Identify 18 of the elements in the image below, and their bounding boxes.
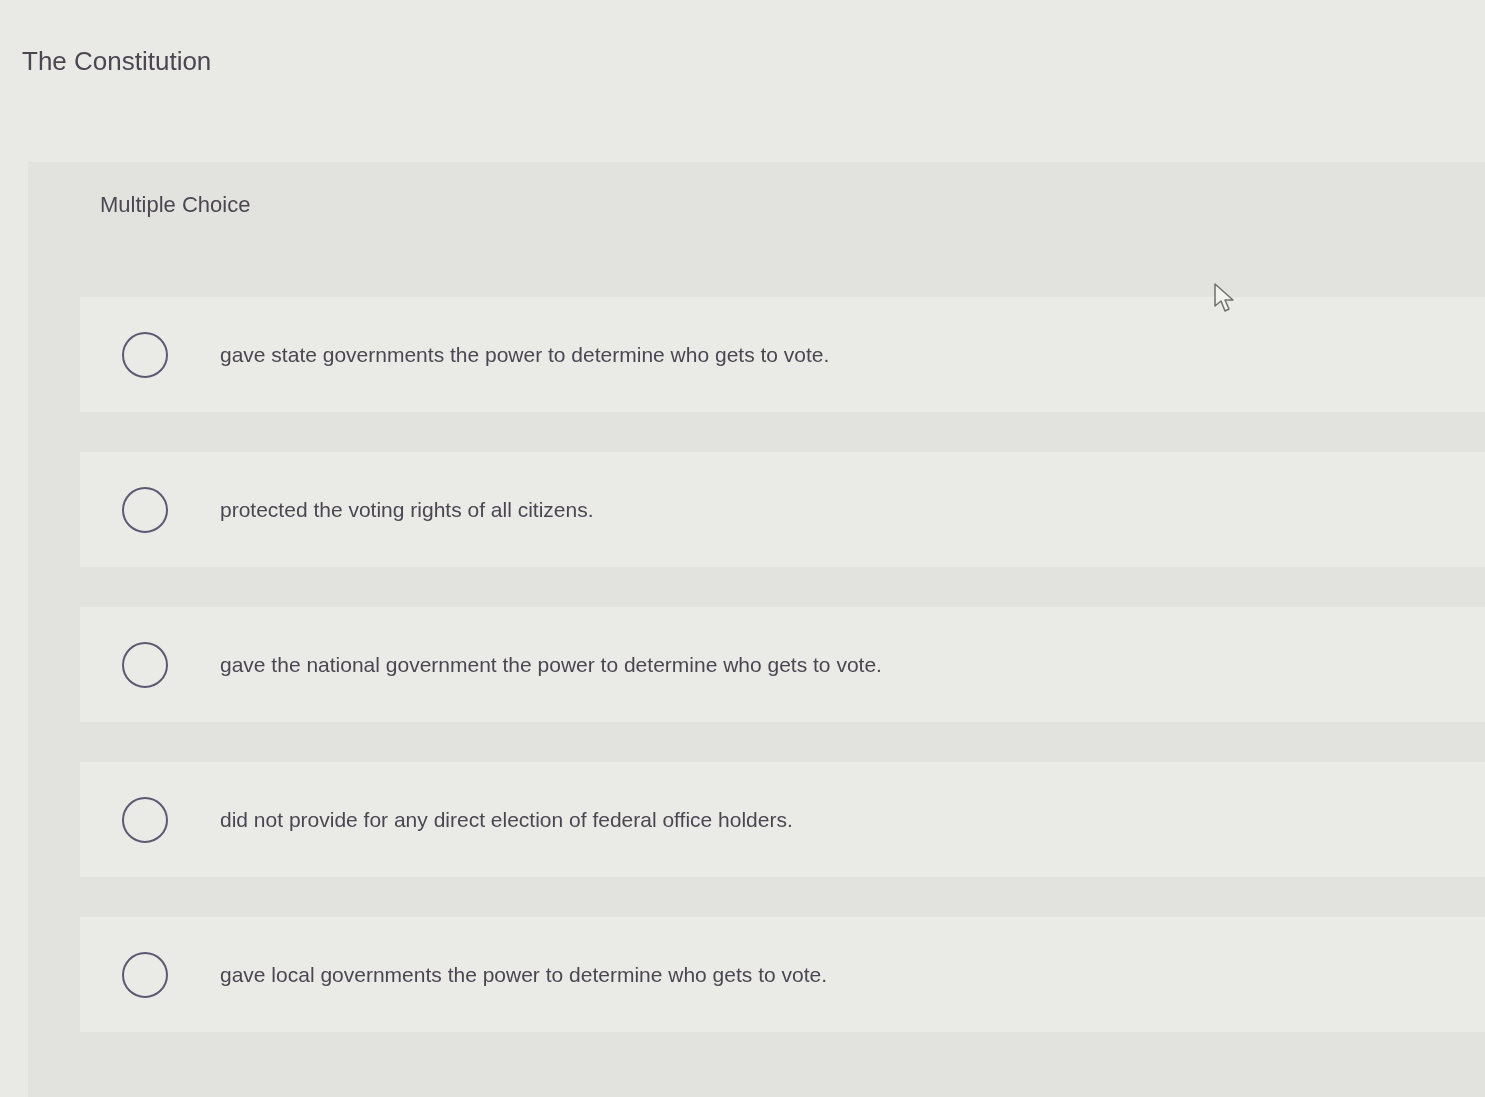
answer-text: protected the voting rights of all citizens.: [220, 496, 594, 523]
answer-text: did not provide for any direct election of federal office holders.: [220, 806, 793, 833]
answer-text: gave local governments the power to determine who gets to vote.: [220, 961, 827, 988]
radio-button[interactable]: [122, 331, 168, 378]
answer-option[interactable]: did not provide for any direct election of federal office holders.: [80, 762, 1485, 878]
answer-option[interactable]: protected the voting rights of all citizens.: [80, 452, 1485, 568]
page-title: The Constitution: [22, 46, 212, 78]
radio-button[interactable]: [122, 796, 168, 843]
radio-button[interactable]: [122, 641, 168, 688]
answer-text: gave the national government the power to determine who gets to vote.: [220, 651, 882, 678]
answer-option[interactable]: gave the national government the power to determine who gets to vote.: [80, 607, 1485, 723]
answer-option[interactable]: gave state governments the power to determine who gets to vote.: [80, 297, 1485, 413]
mouse-pointer-icon: [1213, 282, 1237, 314]
radio-button[interactable]: [122, 951, 168, 998]
question-type-label: Multiple Choice: [100, 192, 251, 219]
answer-text: gave state governments the power to determine who gets to vote.: [220, 341, 830, 368]
radio-button[interactable]: [122, 486, 168, 533]
answer-option[interactable]: gave local governments the power to determine who gets to vote.: [80, 917, 1485, 1033]
